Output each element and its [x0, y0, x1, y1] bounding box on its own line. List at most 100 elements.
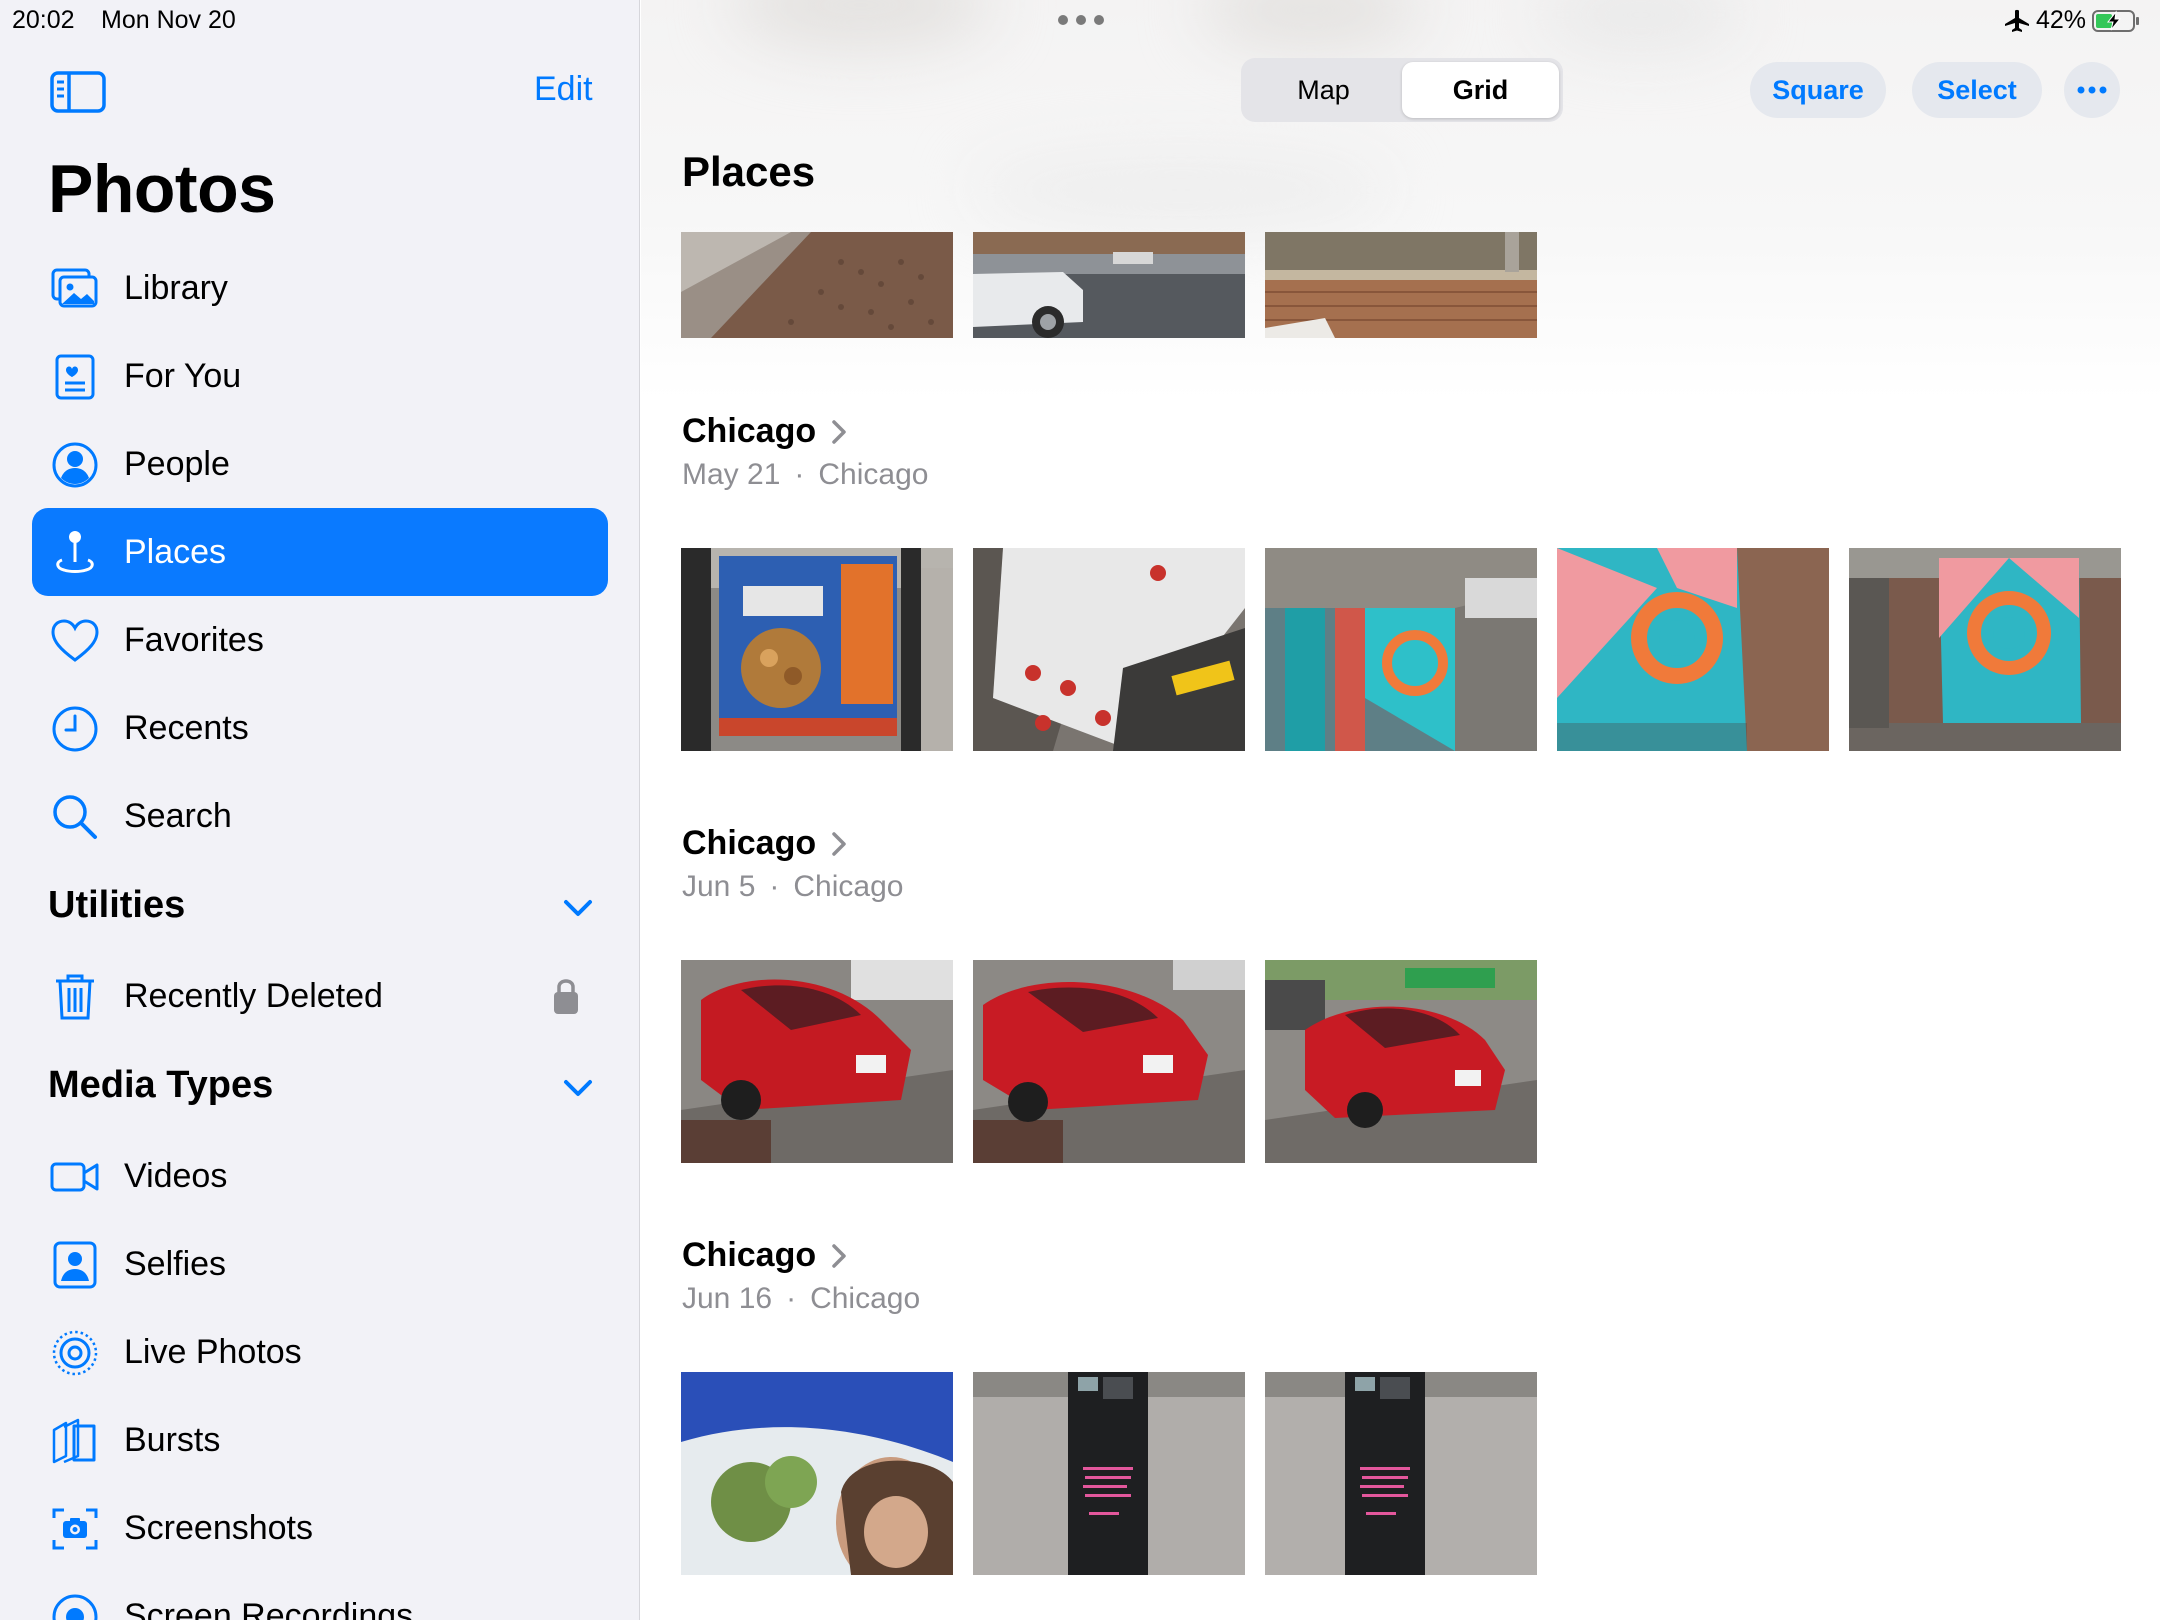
multitasking-dots-icon[interactable]: [1057, 14, 1105, 26]
sidebar-item-label: Recently Deleted: [124, 976, 383, 1015]
sidebar-item-label: People: [124, 444, 230, 483]
photo-thumbnail[interactable]: [681, 960, 953, 1163]
group-date: Jun 16: [682, 1282, 773, 1315]
square-button[interactable]: Square: [1750, 62, 1886, 118]
sidebar-item-label: Videos: [124, 1156, 228, 1195]
for-you-icon: [55, 354, 95, 400]
clock-icon: [52, 706, 98, 752]
sidebar-item-videos[interactable]: Videos: [32, 1132, 608, 1220]
group-place: Chicago: [810, 1282, 921, 1315]
section-header-utilities: Utilities: [48, 884, 186, 926]
sidebar-item-label: Screenshots: [124, 1508, 313, 1547]
group-subtitle: Jun 5 · Chicago: [682, 870, 904, 903]
photo-thumbnail[interactable]: [681, 1372, 953, 1575]
sidebar-item-screenshots[interactable]: Screenshots: [32, 1484, 608, 1572]
chevron-down-icon[interactable]: [560, 1076, 596, 1100]
edit-button[interactable]: Edit: [534, 70, 593, 109]
sidebar-item-bursts[interactable]: Bursts: [32, 1396, 608, 1484]
group-title-chicago-may21[interactable]: Chicago: [682, 412, 848, 451]
photo-thumbnail[interactable]: [1265, 960, 1537, 1163]
photo-thumbnail[interactable]: [1265, 548, 1537, 751]
photo-thumbnail[interactable]: [1557, 548, 1829, 751]
select-button[interactable]: Select: [1912, 62, 2042, 118]
sidebar-item-label: Favorites: [124, 620, 264, 659]
sidebar-item-label: Bursts: [124, 1420, 221, 1459]
photo-thumbnail[interactable]: [681, 232, 953, 338]
sidebar-item-search[interactable]: Search: [32, 772, 608, 860]
group-place: Chicago: [793, 870, 904, 903]
main-content: 42% Map Grid Square Select Places Chicag…: [641, 0, 2160, 1620]
airplane-icon: [2004, 9, 2029, 32]
sidebar-item-library[interactable]: Library: [32, 244, 608, 332]
status-time: 20:02: [12, 6, 75, 34]
screen-recording-icon: [52, 1594, 98, 1620]
ellipsis-icon: [2077, 86, 2107, 94]
sidebar-item-label: Live Photos: [124, 1332, 302, 1371]
status-date: Mon Nov 20: [101, 6, 236, 34]
sidebar-item-selfies[interactable]: Selfies: [32, 1220, 608, 1308]
group-title-text: Chicago: [682, 1236, 817, 1274]
segment-map[interactable]: Map: [1245, 62, 1402, 118]
photo-thumbnail[interactable]: [1849, 548, 2121, 751]
places-icon: [56, 531, 94, 573]
battery-percent: 42%: [2035, 6, 2086, 34]
sidebar-item-label: Library: [124, 268, 228, 307]
chevron-right-icon: [832, 1243, 846, 1268]
video-icon: [50, 1162, 99, 1192]
group-title-text: Chicago: [682, 824, 817, 862]
section-header-media-types: Media Types: [48, 1064, 274, 1106]
sidebar-item-label: Selfies: [124, 1244, 227, 1283]
library-icon: [51, 268, 98, 308]
page-title: Places: [682, 148, 816, 195]
battery-icon: [2092, 9, 2139, 32]
group-date: May 21: [682, 458, 781, 491]
search-icon: [53, 795, 97, 839]
group-date: Jun 5: [682, 870, 756, 903]
people-icon: [52, 442, 98, 488]
group-place: Chicago: [818, 458, 929, 491]
sidebar-item-live-photos[interactable]: Live Photos: [32, 1308, 608, 1396]
lock-icon: [554, 979, 578, 1014]
heart-icon: [51, 619, 99, 662]
group-title-chicago-jun16[interactable]: Chicago: [682, 1236, 848, 1275]
live-photos-icon: [52, 1330, 98, 1376]
more-button[interactable]: [2064, 62, 2120, 118]
group-subtitle: Jun 16 · Chicago: [682, 1282, 921, 1315]
chevron-down-icon[interactable]: [560, 896, 596, 920]
group-subtitle: May 21 · Chicago: [682, 458, 929, 491]
view-segmented-control: Map Grid: [1241, 58, 1563, 122]
sidebar-item-label: Screen Recordings: [124, 1596, 414, 1620]
sidebar-item-people[interactable]: People: [32, 420, 608, 508]
sidebar-item-recents[interactable]: Recents: [32, 684, 608, 772]
sidebar: 20:02 Mon Nov 20 Edit Photos Library For…: [0, 0, 640, 1620]
sidebar-item-label: For You: [124, 356, 242, 395]
photos-app: 20:02 Mon Nov 20 Edit Photos Library For…: [0, 0, 2160, 1620]
segment-grid[interactable]: Grid: [1402, 62, 1559, 118]
sidebar-title: Photos: [48, 151, 276, 227]
sidebar-item-label: Search: [124, 796, 232, 835]
sidebar-item-for-you[interactable]: For You: [32, 332, 608, 420]
photo-thumbnail[interactable]: [973, 960, 1245, 1163]
bursts-icon: [52, 1418, 96, 1464]
selfie-icon: [53, 1241, 97, 1289]
photo-thumbnail[interactable]: [973, 1372, 1245, 1575]
sidebar-toggle-icon[interactable]: [50, 70, 106, 114]
screenshot-icon: [52, 1508, 98, 1550]
status-right: 42%: [2004, 6, 2140, 35]
group-title-chicago-jun5[interactable]: Chicago: [682, 824, 848, 863]
photo-thumbnail[interactable]: [1265, 1372, 1537, 1575]
photo-thumbnail[interactable]: [973, 548, 1245, 751]
group-title-text: Chicago: [682, 412, 817, 450]
photo-thumbnail[interactable]: [1265, 232, 1537, 338]
sidebar-item-recently-deleted[interactable]: Recently Deleted: [32, 952, 608, 1040]
sidebar-item-label: Places: [124, 532, 227, 571]
sidebar-item-label: Recents: [124, 708, 249, 747]
chevron-right-icon: [832, 831, 846, 856]
sidebar-item-screen-recordings[interactable]: Screen Recordings: [32, 1572, 608, 1620]
photo-thumbnail[interactable]: [973, 232, 1245, 338]
chevron-right-icon: [832, 419, 846, 444]
photo-thumbnail[interactable]: [681, 548, 953, 751]
trash-icon: [56, 974, 94, 1020]
sidebar-item-favorites[interactable]: Favorites: [32, 596, 608, 684]
sidebar-item-places[interactable]: Places: [32, 508, 608, 596]
